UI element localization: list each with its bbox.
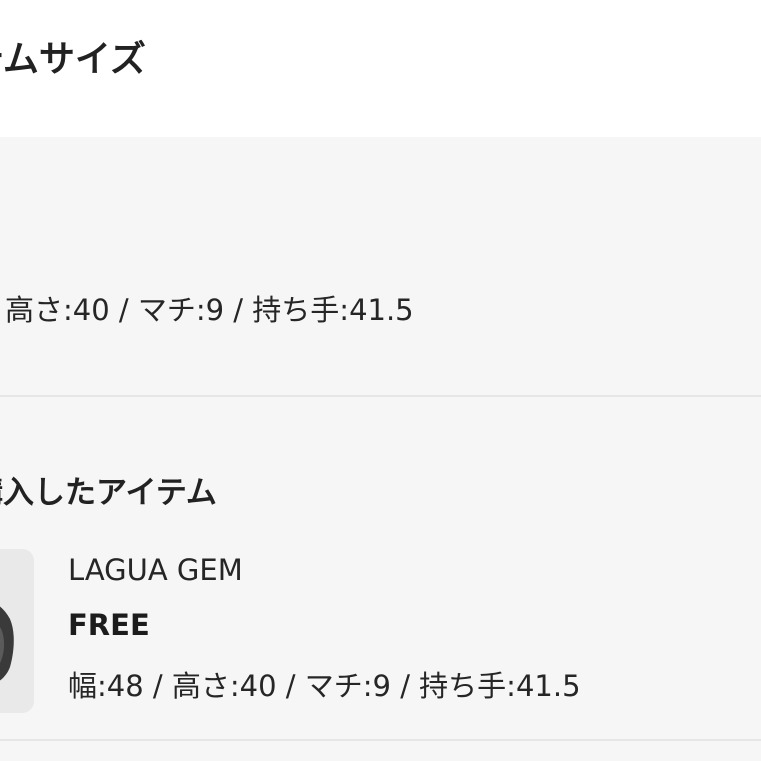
item-thumbnail[interactable] bbox=[0, 549, 34, 713]
page-title: テムサイズ bbox=[0, 39, 146, 80]
bag-photo-icon bbox=[0, 549, 34, 713]
footer-section bbox=[0, 741, 761, 761]
item-dimensions: 幅:48 / 高さ:40 / マチ:9 / 持ち手:41.5 bbox=[68, 669, 581, 703]
item-size-page: テムサイズ / 高さ:40 / マチ:9 / 持ち手:41.5 購入したアイテム… bbox=[0, 0, 761, 761]
page-header: テムサイズ bbox=[0, 0, 761, 137]
purchased-items-title: 購入したアイテム bbox=[0, 475, 217, 511]
size-dimensions-text: / 高さ:40 / マチ:9 / 持ち手:41.5 bbox=[0, 293, 414, 327]
size-section bbox=[0, 137, 761, 395]
item-brand[interactable]: LAGUA GEM bbox=[68, 553, 243, 587]
item-size-label: FREE bbox=[68, 608, 150, 642]
